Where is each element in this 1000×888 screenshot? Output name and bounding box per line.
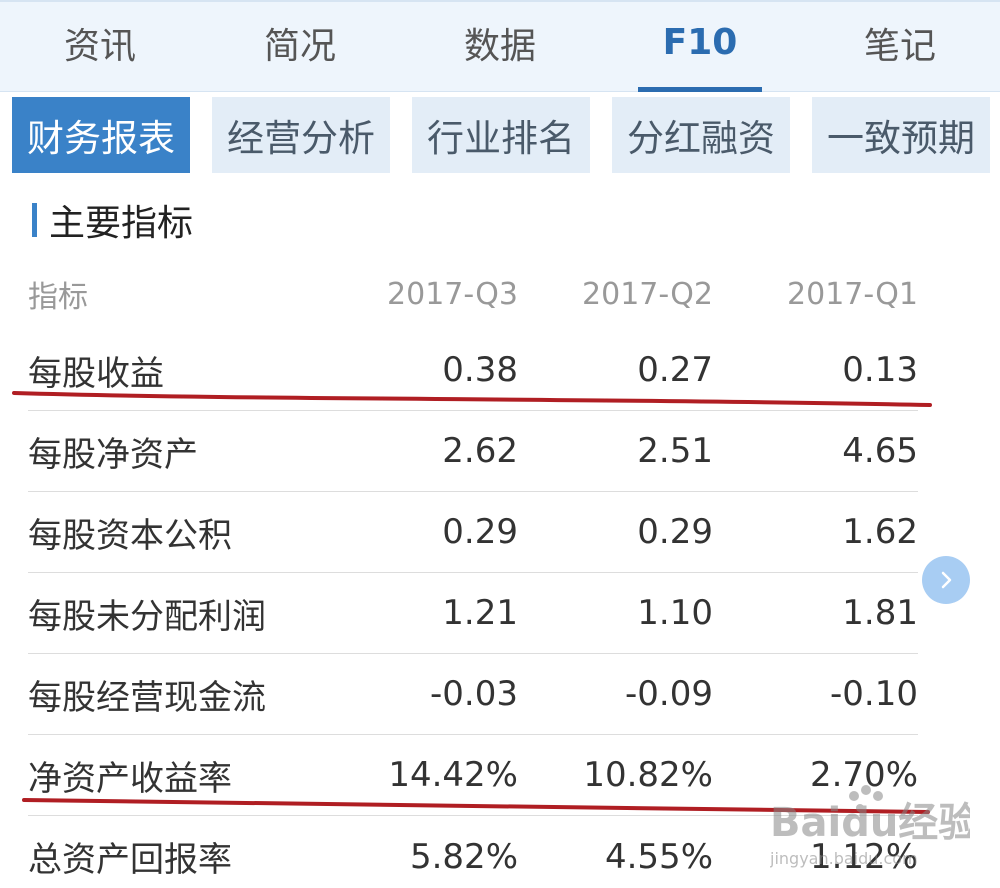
header-col-3: 2017-Q1 — [787, 276, 918, 312]
table-row[interactable]: 每股未分配利润 1.21 1.10 1.81 — [28, 573, 918, 654]
tab-profile[interactable]: 简况 — [200, 2, 400, 91]
row-name: 每股经营现金流 — [28, 677, 266, 718]
subtab-consensus-forecast[interactable]: 一致预期 — [812, 97, 990, 173]
row-value: 0.29 — [442, 512, 518, 552]
subtab-financial-statements[interactable]: 财务报表 — [12, 97, 190, 173]
row-value: 2.51 — [637, 431, 713, 471]
subtab-business-analysis[interactable]: 经营分析 — [212, 97, 390, 173]
row-value: 1.12% — [809, 836, 918, 877]
subtab-industry-ranking[interactable]: 行业排名 — [412, 97, 590, 173]
top-tab-bar: 资讯 简况 数据 F10 笔记 — [0, 0, 1000, 92]
tab-notes[interactable]: 笔记 — [800, 2, 1000, 91]
row-value: 2.70% — [809, 755, 918, 795]
tab-data[interactable]: 数据 — [400, 2, 600, 91]
row-value: 1.21 — [442, 593, 518, 633]
next-column-button[interactable] — [922, 556, 970, 604]
section-title: 主要指标 — [32, 198, 193, 244]
row-value: 1.62 — [842, 512, 918, 552]
table-header-row: 指标 2017-Q3 2017-Q2 2017-Q1 — [28, 258, 918, 330]
row-name: 每股收益 — [28, 353, 164, 394]
main-indicators-table: 指标 2017-Q3 2017-Q2 2017-Q1 每股收益 0.38 0.2… — [28, 258, 918, 888]
row-value: -0.03 — [430, 674, 518, 714]
row-value: 10.82% — [583, 755, 713, 795]
row-value: 0.13 — [842, 350, 918, 390]
row-value: -0.10 — [830, 674, 918, 714]
chevron-right-icon — [941, 571, 952, 589]
header-indicator: 指标 — [28, 280, 88, 315]
row-value: 2.62 — [442, 431, 518, 471]
row-value: -0.09 — [625, 674, 713, 714]
tab-news[interactable]: 资讯 — [0, 2, 200, 91]
table-row[interactable]: 每股资本公积 0.29 0.29 1.62 — [28, 492, 918, 573]
row-name: 每股资本公积 — [28, 515, 232, 556]
row-value: 4.65 — [842, 431, 918, 471]
table-row[interactable]: 每股收益 0.38 0.27 0.13 — [28, 330, 918, 411]
row-value: 0.27 — [637, 350, 713, 390]
sub-tab-bar: 财务报表 经营分析 行业排名 分红融资 一致预期 — [12, 97, 990, 173]
row-value: 1.81 — [842, 593, 918, 633]
row-value: 5.82% — [409, 836, 518, 877]
section-title-text: 主要指标 — [49, 203, 194, 244]
table-row[interactable]: 总资产回报率 5.82% 4.55% 1.12% — [28, 816, 918, 888]
row-value: 14.42% — [388, 755, 518, 795]
row-name: 每股未分配利润 — [28, 596, 266, 637]
header-col-1: 2017-Q3 — [387, 276, 518, 312]
row-name: 总资产回报率 — [28, 840, 232, 880]
subtab-dividend-financing[interactable]: 分红融资 — [612, 97, 790, 173]
row-value: 0.29 — [637, 512, 713, 552]
row-value: 4.55% — [604, 836, 713, 877]
table-row[interactable]: 每股净资产 2.62 2.51 4.65 — [28, 411, 918, 492]
section-title-bar — [32, 203, 37, 237]
header-col-2: 2017-Q2 — [582, 276, 713, 312]
tab-f10[interactable]: F10 — [600, 2, 800, 92]
table-row[interactable]: 每股经营现金流 -0.03 -0.09 -0.10 — [28, 654, 918, 735]
row-name: 净资产收益率 — [28, 758, 232, 799]
table-row[interactable]: 净资产收益率 14.42% 10.82% 2.70% — [28, 735, 918, 816]
row-name: 每股净资产 — [28, 434, 198, 475]
row-value: 0.38 — [442, 350, 518, 390]
row-value: 1.10 — [637, 593, 713, 633]
